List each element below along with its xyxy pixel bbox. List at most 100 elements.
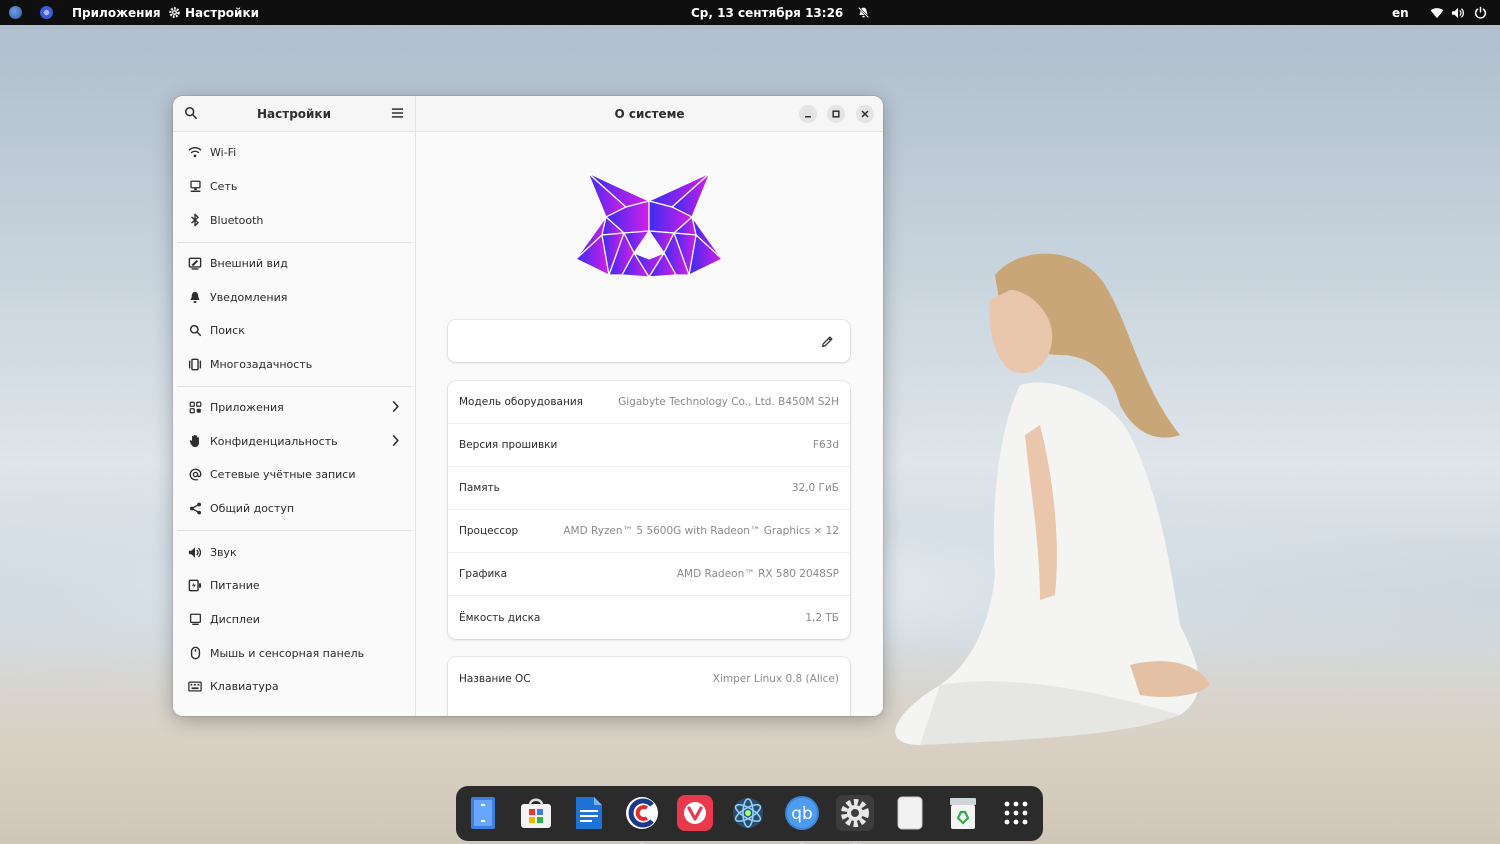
sidebar-item-label: Звук [210,545,237,559]
graphics-row[interactable]: Графика AMD Radeon™ RX 580 2048SP [448,553,850,596]
row-value: 1,2 ТБ [805,611,839,624]
qbittorrent-icon: qb [785,796,819,830]
sidebar-item-displays[interactable]: Дисплеи [177,603,412,635]
sidebar-separator [177,386,412,387]
hardware-model-row[interactable]: Модель оборудования Gigabyte Technology … [448,381,850,424]
main-header: О системе [416,96,883,132]
dock-atom[interactable] [730,795,766,831]
settings-icon [841,799,869,827]
sidebar-item-label: Сетевые учётные записи [210,467,356,481]
sidebar-item-bluetooth[interactable]: Bluetooth [177,204,412,236]
sidebar-item-search[interactable]: Поиск [177,314,412,346]
sidebar-item-label: Мышь и сенсорная панель [210,646,365,660]
sidebar-title: Настройки [256,106,331,121]
sidebar-item-label: Поиск [210,323,245,337]
os-name-row[interactable]: Название ОС Ximper Linux 0.8 (Alice) [448,657,850,700]
sidebar-item-privacy[interactable]: Конфиденциальность [177,425,412,457]
bluetooth-icon [187,212,203,228]
sidebar-item-label: Многозадачность [210,357,313,371]
sidebar-item-power[interactable]: Питание [177,569,412,601]
dock-disk[interactable] [892,795,928,831]
sidebar-item-network[interactable]: Сеть [177,170,412,202]
maximize-button[interactable] [827,105,845,123]
about-panel: О системе Модель оборудования Gigabyte T… [416,96,883,716]
apps-grid-icon [187,399,203,415]
search-icon [184,106,198,120]
workspace-indicator[interactable] [40,0,53,25]
clock[interactable]: Ср, 13 сентября 13:26 [691,0,870,25]
globe-icon [9,6,22,19]
focused-app-menu[interactable]: Настройки [168,0,259,25]
row-key: Модель оборудования [459,396,583,408]
disk-icon [897,796,923,830]
row-key: Ёмкость диска [459,611,541,624]
dock-files[interactable] [465,795,501,831]
sidebar-item-appearance[interactable]: Внешний вид [177,247,412,279]
workspace-icon [40,6,53,19]
dock-trash[interactable] [945,795,981,831]
edit-device-name-button[interactable] [821,333,834,352]
processor-row[interactable]: Процессор AMD Ryzen™ 5 5600G with Radeon… [448,510,850,553]
sidebar-item-label: Уведомления [210,290,288,304]
minimize-icon [805,116,811,118]
row-key: Версия прошивки [459,439,558,451]
row-value: Gigabyte Technology Co., Ltd. B450M S2H [618,396,839,408]
dock-text-editor[interactable] [571,795,607,831]
row-value: F63d [812,439,839,451]
keyboard-layout-indicator[interactable]: en [1392,0,1409,25]
focused-app-label: Настройки [185,5,260,20]
system-menu[interactable] [1430,0,1487,25]
trash-icon [950,798,976,829]
sidebar-item-sound[interactable]: Звук [177,536,412,568]
sidebar-item-wifi[interactable]: Wi-Fi [177,136,412,168]
sidebar-item-label: Сеть [210,179,238,193]
apps-menu-button[interactable]: Приложения [72,0,161,25]
firmware-version-row[interactable]: Версия прошивки F63d [448,424,850,467]
settings-window: Настройки Wi-Fi Сеть Bluetooth Внешний в… [173,96,883,716]
gear-icon [169,7,180,18]
close-button[interactable] [856,105,874,123]
sidebar-item-apps[interactable]: Приложения [177,391,412,423]
sidebar-menu-button[interactable] [391,107,404,122]
dock: qb [456,786,1043,844]
wifi-status-icon [1430,7,1444,18]
wallpaper-girl-image [895,253,1210,745]
sidebar-item-keyboard[interactable]: Клавиатура [177,670,412,702]
sidebar-item-multitasking[interactable]: Многозадачность [177,348,412,380]
bell-off-icon [858,6,870,19]
dock-ccleaner[interactable] [624,795,660,844]
top-bar: Приложения Настройки Ср, 13 сентября 13:… [0,0,1500,25]
minimize-button[interactable] [799,105,817,123]
wifi-icon [187,144,203,160]
sidebar-item-online-accounts[interactable]: Сетевые учётные записи [177,458,412,490]
disk-capacity-row[interactable]: Ёмкость диска 1,2 ТБ [448,596,850,639]
maximize-icon [832,110,840,118]
display-icon [187,611,203,627]
keyboard-layout-label: en [1392,5,1409,20]
device-name-field[interactable] [448,320,850,362]
pencil-icon [821,336,833,348]
vivaldi-icon [684,802,706,824]
activities-button[interactable] [9,0,22,25]
text-editor-icon [576,797,602,829]
dock-vivaldi[interactable] [677,795,713,831]
dock-app-grid[interactable] [998,795,1034,831]
volume-icon [1452,7,1464,18]
clock-label: Ср, 13 сентября 13:26 [691,5,844,20]
dock-qbittorrent[interactable]: qb [784,795,820,844]
sidebar-item-label: Wi-Fi [210,145,237,159]
dock-settings[interactable] [836,795,874,844]
sidebar-search-button[interactable] [184,106,198,123]
sidebar-item-mouse[interactable]: Мышь и сенсорная панель [177,637,412,669]
dock-software[interactable] [518,795,554,831]
memory-row[interactable]: Память 32,0 ГиБ [448,467,850,510]
row-value: AMD Radeon™ RX 580 2048SP [676,568,839,580]
sidebar-item-label: Общий доступ [210,501,295,515]
network-icon [187,178,203,194]
sidebar-item-notifications[interactable]: Уведомления [177,281,412,313]
sidebar-item-sharing[interactable]: Общий доступ [177,492,412,524]
at-icon [187,466,203,482]
svg-text:qb: qb [791,804,813,824]
row-key: Память [459,482,500,494]
close-icon [861,110,869,118]
